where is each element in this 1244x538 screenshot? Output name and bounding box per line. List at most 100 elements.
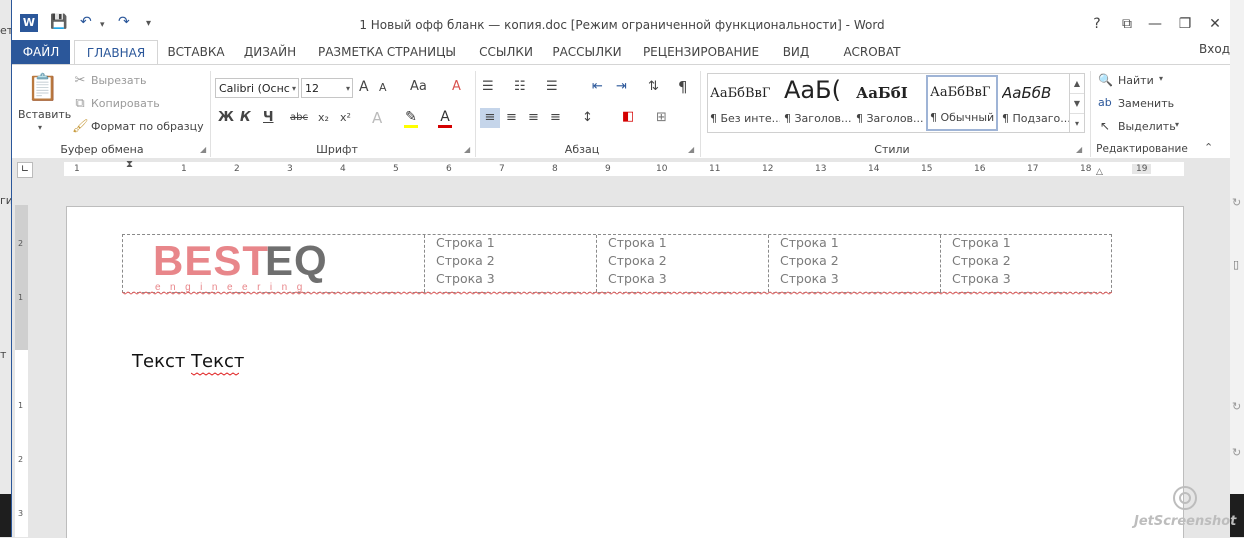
group-separator: [475, 71, 476, 157]
redo-icon[interactable]: ↷: [118, 14, 130, 36]
body-paragraph[interactable]: Текст Текст: [132, 351, 244, 376]
tab-file[interactable]: ФАЙЛ: [12, 40, 70, 64]
tab-home[interactable]: ГЛАВНАЯ: [74, 40, 158, 66]
numbering-icon[interactable]: ☷: [514, 79, 526, 94]
grow-font-icon[interactable]: A: [359, 79, 369, 95]
paste-dropdown-icon[interactable]: ▾: [38, 123, 42, 132]
header-cell: Строка 3: [952, 271, 1011, 286]
tab-mailings[interactable]: РАССЫЛКИ: [550, 40, 624, 64]
text-effects-icon[interactable]: A: [372, 109, 382, 127]
ruler-tick: 5: [393, 164, 399, 174]
style-heading-2[interactable]: АаБбI ¶ Заголов...: [854, 76, 924, 130]
right-indent-marker-icon[interactable]: △: [1096, 167, 1103, 177]
font-color-icon[interactable]: A: [438, 109, 452, 128]
tab-insert[interactable]: ВСТАВКА: [162, 40, 230, 64]
format-painter-button[interactable]: Формат по образцу: [91, 120, 204, 133]
style-normal[interactable]: АаБбВвГ ¶ Обычный: [926, 75, 998, 131]
header-cell: Строка 3: [608, 271, 667, 286]
vertical-ruler[interactable]: 2 1 1 2 3: [15, 205, 28, 537]
header-cell: Строка 1: [952, 235, 1011, 250]
multilevel-list-icon[interactable]: ☰: [546, 79, 558, 94]
find-button[interactable]: Найти: [1118, 74, 1154, 87]
highlight-color-icon[interactable]: ✎: [404, 109, 418, 128]
tab-references[interactable]: ССЫЛКИ: [474, 40, 538, 64]
word-app-icon[interactable]: W: [20, 14, 38, 32]
justify-icon[interactable]: ≡: [550, 110, 561, 125]
style-name: ¶ Подзаго...: [1002, 112, 1071, 125]
title-bar: W 💾 ↶ ▾ ↷ ▾ 1 Новый офф бланк — копия.do…: [12, 0, 1230, 40]
minimize-button[interactable]: —: [1140, 12, 1170, 36]
tab-selector[interactable]: ∟: [17, 162, 33, 178]
header-cell: Строка 2: [780, 253, 839, 268]
header-table[interactable]: BEST EQ engineering Строка 1 Строка 2 Ст…: [122, 234, 1112, 293]
group-label-styles: Стили: [874, 143, 910, 156]
select-button[interactable]: Выделить: [1118, 120, 1176, 133]
paste-button[interactable]: Вставить: [18, 108, 71, 121]
indent-marker-icon[interactable]: ⧗: [126, 159, 133, 170]
copy-button[interactable]: Копировать: [91, 97, 160, 110]
document-page[interactable]: BEST EQ engineering Строка 1 Строка 2 Ст…: [66, 206, 1184, 538]
style-subtitle[interactable]: АаБбВ ¶ Подзаго...: [1000, 76, 1071, 130]
tab-design[interactable]: ДИЗАЙН: [240, 40, 300, 64]
subscript-button[interactable]: x₂: [318, 111, 329, 124]
tab-view[interactable]: ВИД: [776, 40, 816, 64]
header-column: Строка 1 Строка 2 Строка 3: [596, 235, 769, 292]
save-icon[interactable]: 💾: [50, 14, 67, 36]
select-dropdown-icon[interactable]: ▾: [1175, 120, 1179, 129]
style-preview: АаБ(: [784, 76, 841, 102]
show-formatting-marks-icon[interactable]: ¶: [678, 78, 688, 96]
cut-button[interactable]: Вырезать: [91, 74, 146, 87]
underline-button[interactable]: Ч: [263, 110, 274, 125]
borders-icon[interactable]: ⊞: [656, 110, 667, 125]
chevron-down-icon[interactable]: ▼: [1070, 94, 1084, 114]
shrink-font-icon[interactable]: A: [379, 81, 387, 94]
decrease-indent-icon[interactable]: ⇤: [592, 79, 603, 94]
find-dropdown-icon[interactable]: ▾: [1159, 74, 1163, 83]
collapse-ribbon-icon[interactable]: ⌃: [1204, 141, 1213, 154]
style-preview: АаБбI: [856, 84, 908, 102]
gallery-more-icon[interactable]: ▾: [1070, 114, 1084, 133]
change-case-icon[interactable]: Aa: [410, 79, 427, 94]
strikethrough-button[interactable]: abc: [290, 112, 308, 123]
ruler-tick: 7: [499, 164, 505, 174]
undo-dropdown-icon[interactable]: ▾: [100, 20, 105, 42]
word-window: W 💾 ↶ ▾ ↷ ▾ 1 Новый офф бланк — копия.do…: [11, 0, 1230, 538]
style-heading-1[interactable]: АаБ( ¶ Заголов...: [782, 76, 852, 130]
font-name-combo[interactable]: Calibri (Оснс ▾: [215, 78, 299, 98]
bullets-icon[interactable]: ☰: [482, 79, 494, 94]
replace-button[interactable]: Заменить: [1118, 97, 1174, 110]
bookmark-icon: ▯: [1233, 258, 1240, 271]
tab-review[interactable]: РЕЦЕНЗИРОВАНИЕ: [638, 40, 764, 64]
ribbon-display-options-button[interactable]: ⧉: [1112, 12, 1142, 36]
increase-indent-icon[interactable]: ⇥: [616, 79, 627, 94]
align-center-icon[interactable]: ≡: [506, 110, 517, 125]
restore-button[interactable]: ❐: [1170, 12, 1200, 36]
ruler-tick: 2: [18, 239, 24, 248]
line-spacing-icon[interactable]: ↕: [582, 110, 593, 125]
tab-layout[interactable]: РАЗМЕТКА СТРАНИЦЫ: [312, 40, 462, 64]
shading-icon[interactable]: ◧: [622, 109, 634, 124]
close-button[interactable]: ✕: [1200, 12, 1230, 36]
paste-icon[interactable]: 📋: [26, 73, 60, 103]
bold-button[interactable]: Ж: [218, 110, 234, 125]
style-name: ¶ Без инте...: [710, 112, 780, 125]
tab-acrobat[interactable]: ACROBAT: [830, 40, 914, 64]
sort-icon[interactable]: ⇅: [648, 79, 659, 94]
customize-quick-access-icon[interactable]: ▾: [146, 18, 151, 40]
font-size-combo[interactable]: 12 ▾: [301, 78, 353, 98]
body-word-misspelled: Текст: [191, 351, 244, 376]
undo-icon[interactable]: ↶: [80, 14, 92, 36]
align-left-icon[interactable]: ≡: [480, 108, 500, 128]
clear-formatting-icon[interactable]: A: [452, 79, 461, 94]
ruler-tick: 3: [287, 164, 293, 174]
chevron-up-icon[interactable]: ▲: [1070, 74, 1084, 94]
italic-button[interactable]: К: [240, 110, 251, 125]
help-button[interactable]: ?: [1082, 12, 1112, 36]
spelling-underline: [191, 372, 240, 376]
superscript-button[interactable]: x²: [340, 111, 351, 124]
style-no-spacing[interactable]: АаБбВвГ ¶ Без инте...: [708, 76, 780, 130]
align-right-icon[interactable]: ≡: [528, 110, 539, 125]
gallery-scroll[interactable]: ▲ ▼ ▾: [1069, 74, 1084, 132]
horizontal-ruler[interactable]: 1 1 2 3 4 5 6 7 8 9 10 11 12 13 14 15 16…: [64, 159, 1184, 177]
sign-in-link[interactable]: Вход: [1199, 42, 1230, 56]
